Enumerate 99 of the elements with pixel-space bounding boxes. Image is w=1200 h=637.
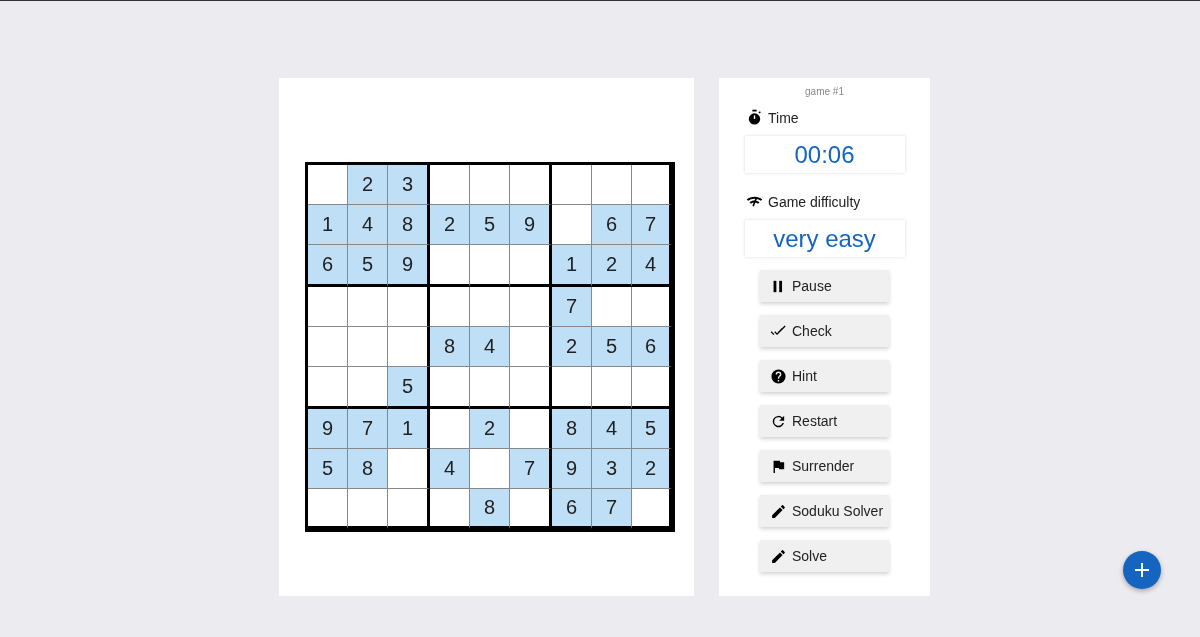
grid-cell[interactable] [348, 327, 388, 367]
grid-cell[interactable] [510, 489, 552, 529]
grid-cell[interactable] [430, 489, 470, 529]
action-button[interactable]: Solve [760, 540, 889, 572]
grid-cell[interactable] [348, 287, 388, 327]
grid-cell[interactable]: 4 [592, 409, 632, 449]
grid-cell[interactable]: 2 [430, 205, 470, 245]
timer-display: 00:06 [744, 136, 905, 173]
grid-cell[interactable]: 2 [632, 449, 672, 489]
grid-cell[interactable]: 6 [308, 245, 348, 287]
grid-cell[interactable]: 7 [592, 489, 632, 529]
grid-cell[interactable] [388, 327, 430, 367]
grid-cell[interactable] [632, 367, 672, 409]
grid-cell[interactable] [510, 409, 552, 449]
grid-cell[interactable] [510, 165, 552, 205]
action-button[interactable]: Hint [760, 360, 889, 392]
grid-cell[interactable] [552, 367, 592, 409]
question-icon [770, 367, 787, 385]
stopwatch-icon [746, 109, 763, 126]
grid-cell[interactable] [552, 165, 592, 205]
grid-cell[interactable] [632, 165, 672, 205]
grid-cell[interactable]: 2 [552, 327, 592, 367]
action-button[interactable]: Surrender [760, 450, 889, 482]
grid-cell[interactable] [632, 489, 672, 529]
grid-cell[interactable] [308, 327, 348, 367]
grid-cell[interactable] [592, 287, 632, 327]
action-button[interactable]: Restart [760, 405, 889, 437]
grid-cell[interactable]: 1 [308, 205, 348, 245]
grid-cell[interactable]: 9 [388, 245, 430, 287]
grid-cell[interactable]: 5 [308, 449, 348, 489]
grid-cell[interactable] [470, 165, 510, 205]
grid-cell[interactable] [430, 409, 470, 449]
grid-cell[interactable]: 4 [348, 205, 388, 245]
grid-cell[interactable] [470, 287, 510, 327]
grid-cell[interactable]: 8 [348, 449, 388, 489]
grid-cell[interactable] [348, 367, 388, 409]
grid-cell[interactable] [510, 245, 552, 287]
grid-cell[interactable] [470, 367, 510, 409]
difficulty-display: very easy [744, 220, 905, 257]
grid-cell[interactable] [470, 449, 510, 489]
grid-cell[interactable]: 6 [552, 489, 592, 529]
grid-cell[interactable] [430, 245, 470, 287]
grid-cell[interactable]: 5 [388, 367, 430, 409]
grid-cell[interactable]: 1 [388, 409, 430, 449]
grid-cell[interactable] [430, 287, 470, 327]
grid-cell[interactable]: 8 [430, 327, 470, 367]
action-button[interactable]: Check [760, 315, 889, 347]
grid-cell[interactable]: 5 [592, 327, 632, 367]
action-button[interactable]: Soduku Solver [760, 495, 889, 527]
action-button[interactable]: Pause [760, 270, 889, 302]
pencil-icon [770, 502, 787, 520]
grid-cell[interactable]: 9 [552, 449, 592, 489]
grid-cell[interactable] [510, 327, 552, 367]
grid-cell[interactable] [388, 489, 430, 529]
grid-cell[interactable]: 1 [552, 245, 592, 287]
grid-cell[interactable] [388, 287, 430, 327]
grid-cell[interactable]: 4 [632, 245, 672, 287]
grid-cell[interactable]: 2 [592, 245, 632, 287]
grid-cell[interactable]: 8 [552, 409, 592, 449]
grid-cell[interactable]: 9 [308, 409, 348, 449]
grid-cell[interactable]: 4 [430, 449, 470, 489]
grid-cell[interactable] [470, 245, 510, 287]
grid-cell[interactable] [552, 205, 592, 245]
grid-cell[interactable] [592, 165, 632, 205]
grid-cell[interactable] [592, 367, 632, 409]
grid-cell[interactable] [430, 367, 470, 409]
grid-cell[interactable]: 5 [470, 205, 510, 245]
game-number: game #1 [805, 86, 844, 97]
pencil-icon [770, 547, 787, 565]
grid-cell[interactable]: 5 [348, 245, 388, 287]
difficulty-label: Game difficulty [768, 193, 861, 210]
grid-cell[interactable]: 8 [388, 205, 430, 245]
grid-cell[interactable] [308, 165, 348, 205]
grid-cell[interactable] [430, 165, 470, 205]
grid-cell[interactable]: 4 [470, 327, 510, 367]
grid-cell[interactable]: 6 [592, 205, 632, 245]
grid-cell[interactable]: 7 [632, 205, 672, 245]
grid-cell[interactable]: 3 [592, 449, 632, 489]
grid-cell[interactable]: 8 [470, 489, 510, 529]
grid-cell[interactable] [308, 287, 348, 327]
grid-cell[interactable] [308, 367, 348, 409]
grid-cell[interactable]: 7 [552, 287, 592, 327]
add-button[interactable] [1123, 551, 1161, 589]
grid-cell[interactable]: 2 [348, 165, 388, 205]
grid-cell[interactable] [308, 489, 348, 529]
plus-icon [1135, 563, 1149, 577]
grid-cell[interactable] [632, 287, 672, 327]
grid-cell[interactable] [348, 489, 388, 529]
grid-cell[interactable]: 5 [632, 409, 672, 449]
grid-cell[interactable] [510, 367, 552, 409]
grid-cell[interactable]: 9 [510, 205, 552, 245]
grid-cell[interactable] [510, 287, 552, 327]
grid-cell[interactable]: 7 [348, 409, 388, 449]
grid-cell[interactable]: 7 [510, 449, 552, 489]
grid-cell[interactable]: 2 [470, 409, 510, 449]
grid-cell[interactable]: 3 [388, 165, 430, 205]
grid-cell[interactable] [388, 449, 430, 489]
grid-cell[interactable]: 6 [632, 327, 672, 367]
time-label: Time [768, 109, 799, 126]
